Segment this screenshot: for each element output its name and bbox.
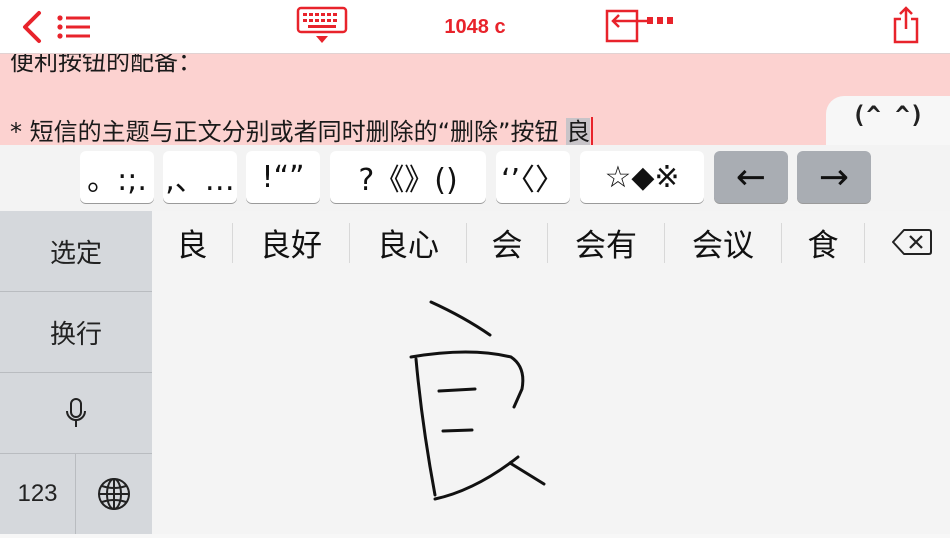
- candidate-item[interactable]: 良心: [350, 211, 466, 273]
- back-button[interactable]: [14, 8, 50, 46]
- microphone-icon: [66, 398, 86, 427]
- candidate-item[interactable]: 良好: [233, 211, 349, 273]
- handwriting-keyboard: 选定 换行 123 良 良好 良心 会 会有 会议 食: [0, 211, 950, 534]
- punct-key-quotes[interactable]: !“”: [246, 151, 320, 203]
- punct-key-brackets[interactable]: ?《》(): [330, 151, 486, 203]
- hide-keyboard-button[interactable]: [294, 6, 350, 46]
- globe-key[interactable]: [76, 454, 152, 534]
- emoticon-key-label: (^ ^): [851, 101, 925, 129]
- list-icon: [57, 15, 90, 39]
- editor-line: 便利按钮的配备：: [10, 54, 202, 76]
- cursor-right-key[interactable]: →: [797, 151, 871, 203]
- candidate-item[interactable]: 良: [152, 211, 232, 273]
- cursor-left-key[interactable]: ←: [714, 151, 788, 203]
- share-button[interactable]: [886, 4, 926, 46]
- punct-key-period[interactable]: 。:;.: [80, 151, 154, 203]
- keyboard-side-panel: 选定 换行 123: [0, 211, 152, 534]
- globe-icon: [98, 478, 130, 510]
- delete-key[interactable]: [874, 211, 950, 273]
- chevron-left-icon: [23, 11, 41, 43]
- candidate-item[interactable]: 会: [467, 211, 547, 273]
- editor-line-text: * 短信的主题与正文分别或者同时删除的“删除”按钮: [10, 118, 567, 145]
- emoticon-key[interactable]: (^ ^): [826, 96, 950, 146]
- punct-key-comma[interactable]: ,、…: [163, 151, 237, 203]
- candidate-item[interactable]: 会议: [665, 211, 781, 273]
- top-toolbar: 1048 c: [0, 0, 950, 54]
- move-cursor-icon: [605, 9, 673, 43]
- candidate-bar: 良 良好 良心 会 会有 会议 食: [152, 211, 950, 275]
- select-key[interactable]: 选定: [0, 211, 152, 292]
- divider: [864, 223, 865, 263]
- keyboard-hide-icon: [296, 6, 348, 43]
- share-icon: [893, 6, 919, 44]
- candidate-item[interactable]: 会有: [548, 211, 664, 273]
- handwriting-stroke: [409, 300, 546, 501]
- handwriting-area[interactable]: [152, 275, 950, 534]
- punctuation-row: 。:;. ,、… !“” ?《》() ‘’〈〉 ☆◆※ ← →: [0, 145, 950, 211]
- text-caret: [591, 117, 594, 145]
- dictation-key[interactable]: [0, 373, 152, 454]
- move-cursor-button[interactable]: [600, 6, 678, 46]
- text-editor[interactable]: 便利按钮的配备： * 短信的主题与正文分别或者同时删除的“删除”按钮 良: [0, 54, 950, 145]
- numbers-key[interactable]: 123: [0, 454, 76, 534]
- marked-text: 良: [566, 118, 591, 145]
- candidate-item[interactable]: 食: [782, 211, 864, 273]
- punct-key-angle-quotes[interactable]: ‘’〈〉: [496, 151, 570, 203]
- menu-button[interactable]: [54, 10, 94, 44]
- punct-key-symbols[interactable]: ☆◆※: [580, 151, 704, 203]
- character-count: 1048 c: [444, 15, 506, 38]
- editor-line: * 短信的主题与正文分别或者同时删除的“删除”按钮 良: [10, 112, 594, 145]
- backspace-icon: [892, 229, 932, 255]
- newline-key[interactable]: 换行: [0, 292, 152, 373]
